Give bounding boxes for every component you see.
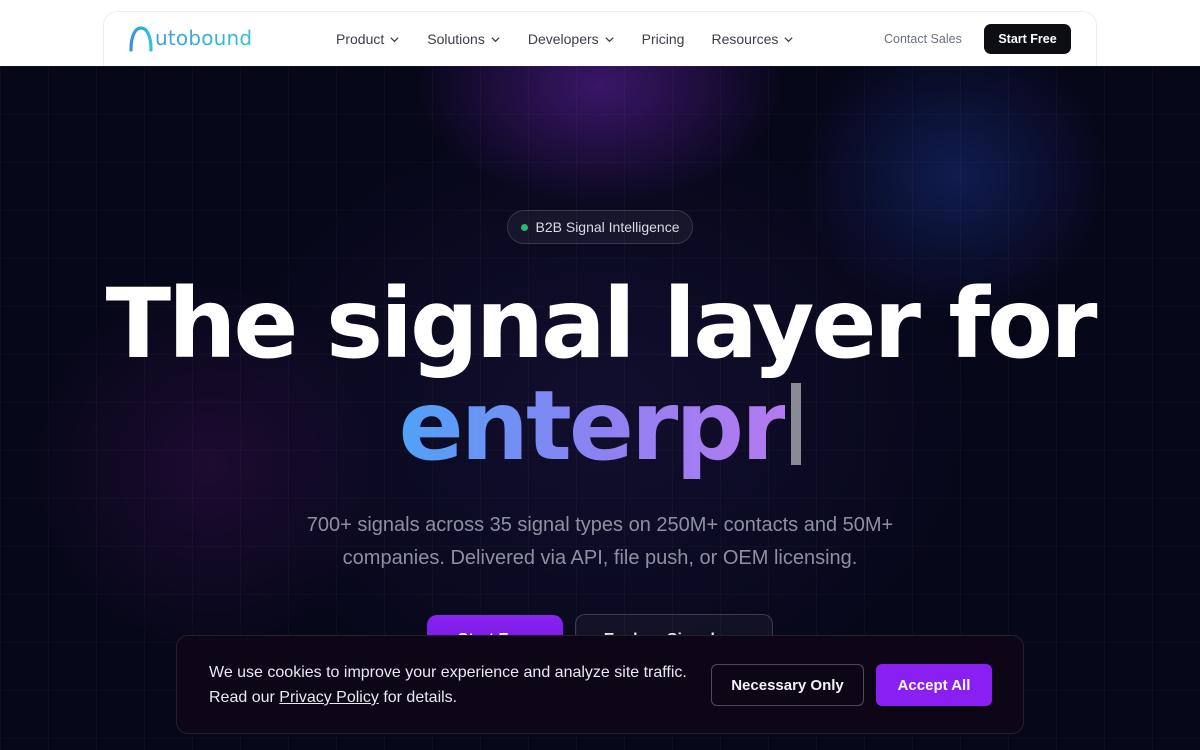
top-bar: utobound Product Solutions Developers Pr… — [0, 0, 1200, 66]
cookie-read-suffix: for details. — [383, 689, 458, 706]
logo[interactable]: utobound — [128, 24, 252, 54]
accept-all-button[interactable]: Accept All — [876, 664, 992, 706]
start-free-nav-button[interactable]: Start Free — [984, 24, 1071, 54]
cookie-banner: We use cookies to improve your experienc… — [176, 635, 1024, 734]
nav-item-label: Product — [336, 31, 385, 47]
chevron-down-icon — [784, 36, 794, 42]
nav-item-solutions[interactable]: Solutions — [427, 31, 501, 47]
privacy-policy-link[interactable]: Privacy Policy — [279, 689, 379, 706]
hero-headline: The signal layer for — [105, 268, 1098, 380]
contact-sales-link[interactable]: Contact Sales — [884, 32, 962, 46]
cookie-message: We use cookies to improve your experienc… — [209, 664, 687, 681]
nav-item-resources[interactable]: Resources — [711, 31, 794, 47]
brand-name: utobound — [155, 26, 253, 50]
nav-item-label: Pricing — [641, 31, 685, 47]
nav-item-label: Developers — [527, 31, 599, 47]
chevron-down-icon — [491, 36, 500, 42]
nav-item-label: Resources — [711, 31, 779, 47]
nav-item-product[interactable]: Product — [336, 31, 400, 47]
chevron-down-icon — [605, 36, 614, 42]
hero-headline-typed: enterpr — [0, 376, 1200, 476]
hero-subheadline: 700+ signals across 35 signal types on 2… — [306, 514, 894, 569]
nav-item-developers[interactable]: Developers — [528, 31, 615, 47]
badge-label: B2B Signal Intelligence — [535, 219, 680, 235]
autobound-a-arch-icon — [129, 26, 153, 52]
nav-item-pricing[interactable]: Pricing — [642, 31, 685, 47]
status-dot-icon — [520, 223, 528, 231]
cookie-text: We use cookies to improve your experienc… — [209, 660, 699, 710]
cookie-read-prefix: Read our — [209, 689, 275, 706]
main-nav: utobound Product Solutions Developers Pr… — [103, 11, 1097, 66]
nav-item-label: Solutions — [427, 31, 485, 47]
necessary-only-button[interactable]: Necessary Only — [711, 664, 864, 706]
typed-word: enterpr — [398, 370, 789, 482]
nav-links: Product Solutions Developers Pricing Res… — [336, 12, 821, 66]
typing-caret — [791, 383, 802, 465]
chevron-down-icon — [390, 36, 399, 42]
hero-badge: B2B Signal Intelligence — [507, 210, 693, 244]
